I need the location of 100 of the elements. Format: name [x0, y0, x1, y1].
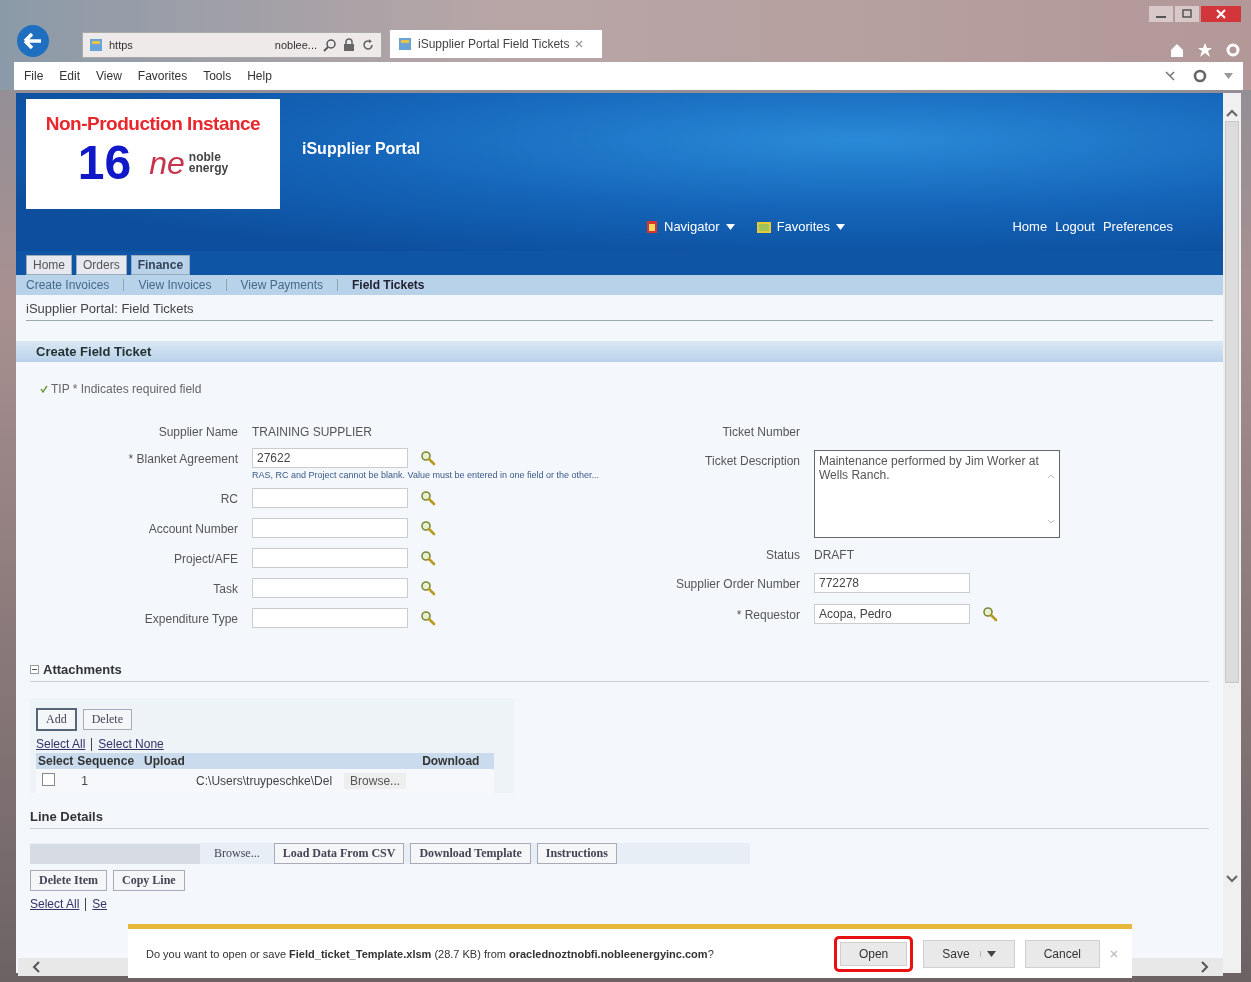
close-icon[interactable]: [575, 40, 584, 48]
search-icon[interactable]: [420, 490, 436, 506]
scroll-down-icon[interactable]: [1226, 875, 1238, 883]
input-field[interactable]: [252, 548, 408, 568]
link[interactable]: Select None: [98, 737, 164, 751]
back-icon[interactable]: [16, 24, 50, 58]
file-path-field[interactable]: [30, 843, 200, 864]
tab[interactable]: Home: [26, 255, 72, 275]
input-field[interactable]: [252, 578, 408, 598]
star-icon[interactable]: [1197, 42, 1213, 58]
pin-icon[interactable]: [1164, 70, 1176, 82]
menu-item[interactable]: Edit: [59, 69, 81, 83]
address-bar[interactable]: https noblee...: [82, 32, 382, 58]
menu-item[interactable]: Help: [247, 69, 272, 83]
scroll-left-icon[interactable]: [32, 961, 40, 973]
button[interactable]: Cancel: [1024, 939, 1100, 968]
scrollbar-thumb[interactable]: [1225, 121, 1239, 683]
search-icon[interactable]: [420, 550, 436, 566]
field-label: * Blanket Agreement: [127, 451, 238, 468]
column-header: Upload: [136, 753, 413, 769]
file-path-field[interactable]: C:\Users\truypeschke\Del: [196, 774, 333, 788]
menu-item[interactable]: Tools: [203, 69, 232, 83]
input-field[interactable]: 772278: [814, 572, 970, 593]
global-link[interactable]: Preferences: [1102, 219, 1173, 234]
refresh-icon[interactable]: [361, 38, 375, 52]
navigator-icon: [646, 219, 658, 234]
menu-item[interactable]: Favorites: [137, 69, 188, 83]
checkbox[interactable]: [42, 773, 55, 786]
scroll-up-icon[interactable]: [1226, 109, 1238, 117]
folder-icon: [756, 220, 771, 233]
logo-text: energy: [188, 163, 229, 174]
search-icon[interactable]: [420, 450, 436, 466]
home-icon[interactable]: [1169, 42, 1185, 58]
global-menu[interactable]: Favorites: [756, 219, 846, 234]
subtab[interactable]: Field Tickets: [352, 278, 425, 292]
field-label: Task: [212, 581, 238, 598]
tab[interactable]: Orders: [76, 255, 127, 275]
button[interactable]: Download Template: [410, 843, 531, 864]
field-label: Supplier Name: [157, 424, 238, 440]
section-title: Attachments: [43, 662, 122, 677]
app-title: iSupplier Portal: [302, 140, 421, 158]
link[interactable]: Se: [92, 897, 108, 911]
search-icon[interactable]: [420, 580, 436, 596]
button[interactable]: Open: [833, 935, 914, 972]
global-link[interactable]: Home: [1012, 219, 1048, 234]
button[interactable]: Load Data From CSV: [273, 843, 405, 864]
button[interactable]: Add: [36, 708, 77, 731]
logo-mark: ne: [149, 147, 185, 179]
browser-tab[interactable]: iSupplier Portal Field Tickets: [390, 30, 602, 58]
field-label: * Requestor: [735, 607, 800, 625]
global-link[interactable]: Logout: [1055, 219, 1095, 234]
minimize-icon[interactable]: [1149, 6, 1173, 22]
notification-text: Do you want to open or save Field_ticket_Template.xlsm (28.7 KB) from oraclednoztnobfi.nobleenergyinc.com?: [146, 947, 715, 960]
link[interactable]: Select All: [36, 737, 86, 751]
caret-icon: [1224, 73, 1233, 79]
search-icon[interactable]: [982, 606, 998, 623]
tip-text: * Indicates required field: [72, 382, 202, 396]
search-icon[interactable]: [420, 520, 436, 536]
button[interactable]: Delete Item: [30, 870, 107, 891]
maximize-icon[interactable]: [1175, 6, 1199, 22]
close-icon[interactable]: [1201, 6, 1241, 22]
collapse-icon[interactable]: [30, 665, 39, 674]
search-icon[interactable]: [420, 610, 436, 626]
settings-icon[interactable]: [1192, 68, 1208, 84]
input-field[interactable]: 27622: [252, 448, 408, 468]
search-icon[interactable]: [323, 38, 337, 52]
menu-item[interactable]: View: [96, 69, 122, 83]
subtab[interactable]: View Payments: [240, 278, 323, 292]
caret-icon: [836, 223, 846, 230]
tip-check-icon: [40, 385, 48, 393]
address-text: noblee...: [274, 39, 317, 51]
input-field[interactable]: [252, 518, 408, 538]
global-menu[interactable]: Navigator: [646, 219, 735, 234]
page-title: iSupplier Portal: Field Tickets: [26, 301, 1213, 321]
column-header: Select: [36, 753, 76, 769]
field-label: Ticket Number: [721, 424, 800, 440]
input-field[interactable]: Acopa, Pedro: [814, 604, 970, 625]
menu-item[interactable]: File: [24, 69, 44, 83]
page-icon: [89, 38, 103, 52]
subtab[interactable]: View Invoices: [138, 278, 212, 292]
button[interactable]: Instructions: [536, 843, 617, 864]
hint-text: RAS, RC and Project cannot be blank. Value must be entered in one field or the other...: [252, 470, 601, 480]
scroll-right-icon[interactable]: [1201, 961, 1209, 973]
caret-icon: [725, 223, 735, 230]
link[interactable]: Select All: [30, 897, 80, 911]
button[interactable]: Save: [923, 939, 1015, 968]
subtab[interactable]: Create Invoices: [26, 278, 110, 292]
browse-button[interactable]: Browse...: [344, 773, 407, 789]
tab[interactable]: Finance: [130, 255, 191, 275]
input-field[interactable]: [252, 488, 408, 508]
browse-button[interactable]: Browse...: [206, 844, 268, 863]
button[interactable]: Delete: [82, 709, 132, 730]
logo-text: noble: [188, 152, 222, 163]
column-header: Sequence: [75, 753, 137, 769]
input-field[interactable]: [252, 608, 408, 628]
section-header: Create Field Ticket: [16, 341, 1223, 362]
instance-number: 16: [77, 139, 132, 187]
button[interactable]: Copy Line: [112, 870, 185, 891]
scrollbar[interactable]: [1223, 93, 1241, 973]
field-label: Expenditure Type: [143, 611, 238, 628]
